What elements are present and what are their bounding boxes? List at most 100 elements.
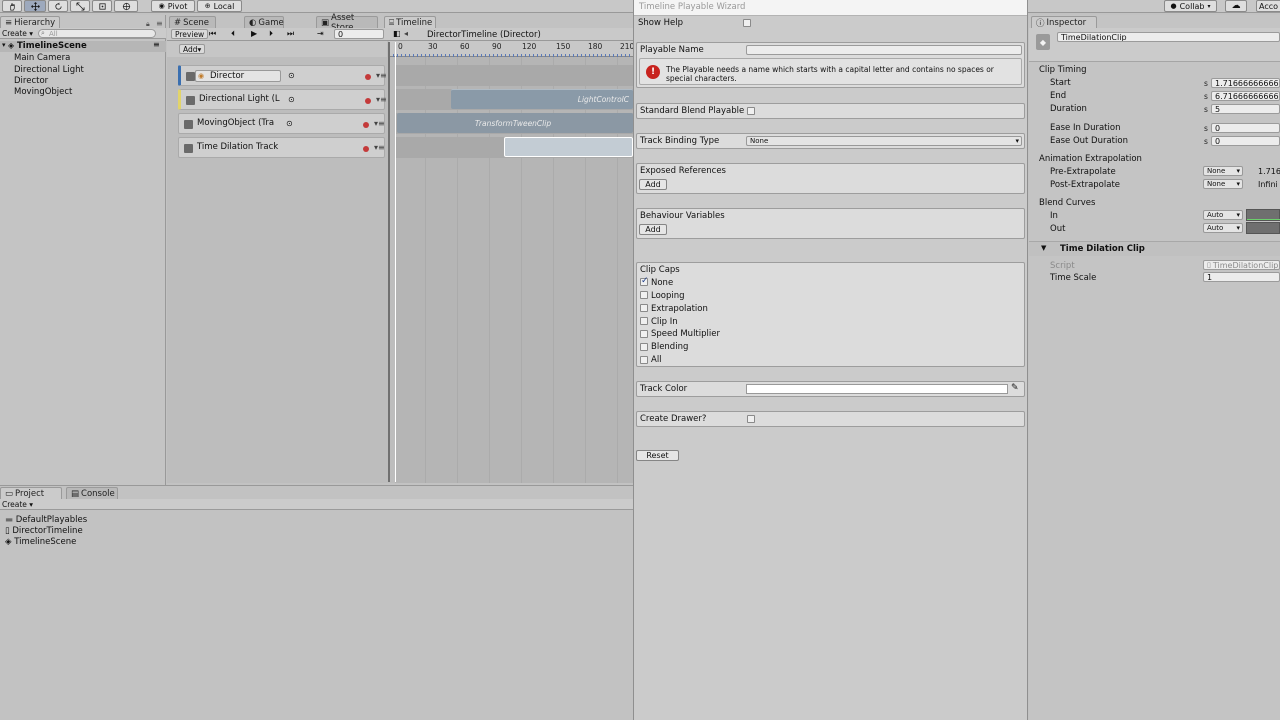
- record-icon[interactable]: [365, 74, 371, 80]
- track-menu-icon[interactable]: ▾≡: [376, 95, 387, 104]
- object-name-field[interactable]: TimeDilationClip: [1057, 32, 1280, 42]
- eyedropper-icon[interactable]: ✎: [1011, 383, 1019, 393]
- target-picker-icon[interactable]: ⊙: [288, 95, 295, 104]
- account-dropdown[interactable]: Acco: [1256, 0, 1280, 12]
- back-arrow-icon[interactable]: ◂: [404, 29, 408, 38]
- clip-transform-tween[interactable]: TransformTweenClip: [397, 113, 633, 133]
- target-picker-icon[interactable]: ⊙: [286, 119, 293, 128]
- record-icon[interactable]: [365, 98, 371, 104]
- blend-out-curve[interactable]: [1246, 222, 1280, 234]
- rotate-tool-button[interactable]: [48, 0, 68, 12]
- create-dropdown[interactable]: Create ▾: [2, 29, 33, 38]
- tab-scene[interactable]: # Scene: [169, 16, 216, 28]
- tab-project[interactable]: ▭ Project: [0, 487, 62, 499]
- track-menu-icon[interactable]: ▾≡: [374, 119, 385, 128]
- start-field[interactable]: 1.716666666666: [1211, 78, 1280, 88]
- pre-extrapolate-dropdown[interactable]: None: [1203, 166, 1243, 176]
- move-tool-button[interactable]: [24, 0, 46, 12]
- clip-cap-blending-checkbox[interactable]: [640, 343, 648, 351]
- post-extrapolate-dropdown[interactable]: None: [1203, 179, 1243, 189]
- add-behaviour-variable-button[interactable]: Add: [639, 224, 667, 235]
- create-label: Create: [2, 29, 27, 38]
- splitter[interactable]: [388, 42, 390, 482]
- scene-menu-icon[interactable]: ≡: [153, 40, 160, 49]
- time-scale-field[interactable]: 1: [1203, 272, 1280, 282]
- standard-blend-checkbox[interactable]: [747, 107, 755, 115]
- project-create-dropdown[interactable]: Create ▾: [2, 500, 33, 509]
- add-track-button[interactable]: Add ▾: [179, 44, 206, 54]
- blend-in-curve[interactable]: [1246, 209, 1280, 221]
- tab-asset-store[interactable]: ▣ Asset Store: [316, 13, 378, 33]
- tab-hierarchy[interactable]: ≡ Hierarchy: [0, 16, 60, 28]
- tab-console-label: Console: [81, 488, 115, 499]
- clip-cap-looping-checkbox[interactable]: [640, 291, 648, 299]
- tab-game[interactable]: ◐ Game: [244, 16, 284, 28]
- record-icon[interactable]: [363, 146, 369, 152]
- scale-tool-button[interactable]: [70, 0, 90, 12]
- add-exposed-reference-button[interactable]: Add: [639, 179, 667, 190]
- clip-time-dilation[interactable]: [504, 137, 633, 157]
- blend-in-dropdown[interactable]: Auto: [1203, 210, 1243, 220]
- hand-tool-button[interactable]: [2, 0, 22, 12]
- end-field[interactable]: 6.716666666666: [1211, 91, 1280, 101]
- project-item-timeline-scene[interactable]: ◈ TimelineScene: [5, 537, 76, 547]
- cloud-button[interactable]: ☁: [1225, 0, 1247, 12]
- hierarchy-search-input[interactable]: ⌕ All: [38, 29, 156, 38]
- step-back-icon[interactable]: ⏴: [231, 29, 235, 39]
- panel-menu-icon[interactable]: ≡: [156, 19, 163, 28]
- hierarchy-item-moving-object[interactable]: MovingObject: [14, 87, 72, 97]
- clip-cap-clip-in-checkbox[interactable]: [640, 317, 648, 325]
- rect-tool-button[interactable]: [92, 0, 112, 12]
- timeline-selector-icon[interactable]: ◧: [393, 29, 401, 38]
- clip-cap-speed-multiplier-checkbox[interactable]: [640, 330, 648, 338]
- tab-timeline[interactable]: ⌸ Timeline: [384, 16, 436, 28]
- local-toggle[interactable]: ⊕ Local: [197, 0, 242, 12]
- skip-start-icon[interactable]: ⏮: [209, 29, 216, 39]
- hierarchy-item-director[interactable]: Director: [14, 76, 48, 86]
- foldout-arrow-icon[interactable]: ▼: [1041, 244, 1046, 252]
- track-time-dilation[interactable]: Time Dilation Track ▾≡: [178, 137, 385, 158]
- clip-light-control[interactable]: LightControlC: [451, 89, 633, 109]
- project-item-director-timeline[interactable]: ▯ DirectorTimeline: [5, 526, 83, 536]
- track-moving-object[interactable]: MovingObject (Tra ⊙ ▾≡: [178, 113, 385, 134]
- blend-out-dropdown[interactable]: Auto: [1203, 223, 1243, 233]
- hierarchy-item-directional-light[interactable]: Directional Light: [14, 65, 84, 75]
- create-drawer-checkbox[interactable]: [747, 415, 755, 423]
- play-icon[interactable]: ▶: [251, 29, 257, 38]
- show-help-checkbox[interactable]: [743, 19, 751, 27]
- playable-name-input[interactable]: [746, 45, 1022, 55]
- frame-field[interactable]: 0: [334, 29, 384, 39]
- play-range-icon[interactable]: ⇥: [317, 29, 324, 38]
- track-menu-icon[interactable]: ▾≡: [376, 71, 387, 80]
- duration-field[interactable]: 5: [1211, 104, 1280, 114]
- target-picker-icon[interactable]: ⊙: [288, 71, 295, 80]
- reset-button[interactable]: Reset: [636, 450, 679, 461]
- track-director[interactable]: ◉ Director ⊙ ▾≡: [178, 65, 387, 86]
- record-icon[interactable]: [363, 122, 369, 128]
- clip-cap-all-checkbox[interactable]: [640, 356, 648, 364]
- project-item-default-playables[interactable]: ▬ DefaultPlayables: [5, 515, 87, 525]
- show-help-label: Show Help: [638, 18, 684, 28]
- track-binding-dropdown[interactable]: None: [746, 136, 1022, 146]
- track-directional-light[interactable]: Directional Light (L ⊙ ▾≡: [178, 89, 387, 110]
- skip-end-icon[interactable]: ⏭: [287, 29, 294, 39]
- track-binding-field[interactable]: ◉ Director: [195, 70, 281, 82]
- wizard-titlebar[interactable]: Timeline Playable Wizard: [634, 0, 1027, 16]
- hierarchy-item-main-camera[interactable]: Main Camera: [14, 53, 70, 63]
- ease-out-field[interactable]: 0: [1211, 136, 1280, 146]
- expand-arrow-icon[interactable]: ▾: [2, 41, 6, 49]
- scene-row[interactable]: ▾ ◈ TimelineScene ≡: [0, 40, 166, 52]
- clip-cap-none-checkbox[interactable]: [640, 276, 649, 286]
- step-forward-icon[interactable]: ⏵: [269, 29, 273, 39]
- transform-tool-button[interactable]: [114, 0, 138, 12]
- ease-in-field[interactable]: 0: [1211, 123, 1280, 133]
- track-menu-icon[interactable]: ▾≡: [374, 143, 385, 152]
- tab-console[interactable]: ▤ Console: [66, 487, 118, 499]
- collab-dropdown[interactable]: ● Collab ▾: [1164, 0, 1217, 12]
- track-color-field[interactable]: [746, 384, 1008, 394]
- pivot-toggle[interactable]: ◉ Pivot: [151, 0, 195, 12]
- preview-toggle[interactable]: Preview: [171, 29, 209, 39]
- component-header[interactable]: ▼ Time Dilation Clip: [1029, 241, 1280, 256]
- clip-cap-extrapolation-checkbox[interactable]: [640, 304, 648, 312]
- tab-inspector[interactable]: ⓘ Inspector: [1031, 16, 1097, 29]
